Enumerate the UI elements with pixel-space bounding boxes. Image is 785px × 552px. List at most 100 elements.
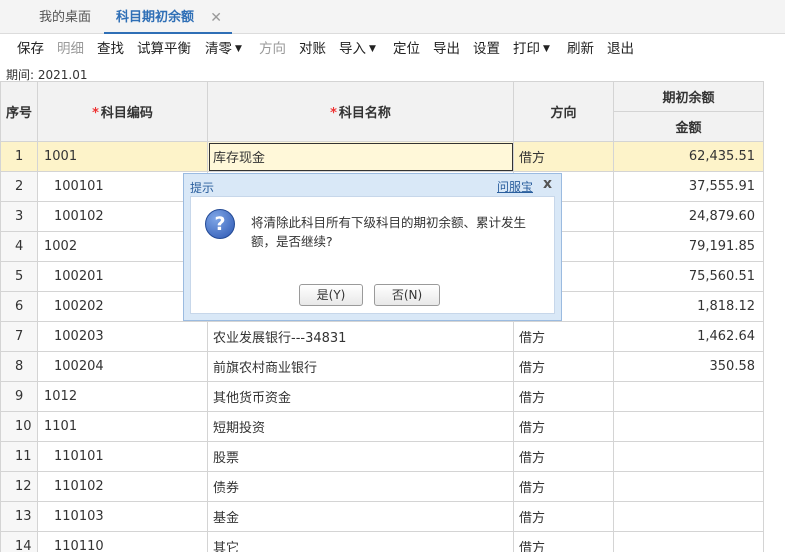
row-amount[interactable]: 79,191.85 xyxy=(613,231,764,262)
row-code[interactable]: 1101 xyxy=(37,411,208,442)
close-icon[interactable]: x xyxy=(543,176,552,192)
row-code[interactable]: 110103 xyxy=(37,501,208,532)
locate-button[interactable]: 定位 xyxy=(393,34,420,64)
row-name[interactable]: 库存现金 xyxy=(207,141,514,172)
row-name[interactable]: 其他货币资金 xyxy=(207,381,514,412)
tab-bar: 我的桌面 科目期初余额 ✕ xyxy=(0,0,785,34)
row-code[interactable]: 1012 xyxy=(37,381,208,412)
row-direction[interactable]: 借方 xyxy=(513,531,614,552)
row-code[interactable]: 1001 xyxy=(37,141,208,172)
exit-button[interactable]: 退出 xyxy=(607,34,634,64)
print-dropdown[interactable]: 打印 ▼ xyxy=(513,34,550,64)
row-seq: 7 xyxy=(0,321,38,352)
row-amount[interactable] xyxy=(613,471,764,502)
table-row[interactable]: 14 110110 其它 借方 xyxy=(0,531,764,552)
header-code[interactable]: * 科目编码 xyxy=(37,81,208,142)
row-amount[interactable] xyxy=(613,441,764,472)
header-seq: 序号 xyxy=(0,81,38,142)
row-seq: 9 xyxy=(0,381,38,412)
row-amount[interactable]: 37,555.91 xyxy=(613,171,764,202)
header-name[interactable]: * 科目名称 xyxy=(207,81,514,142)
table-row[interactable]: 12 110102 债券 借方 xyxy=(0,471,764,502)
table-row[interactable]: 8 100204 前旗农村商业银行 借方 350.58 xyxy=(0,351,764,382)
row-amount[interactable]: 1,818.12 xyxy=(613,291,764,322)
table-row[interactable]: 11 110101 股票 借方 xyxy=(0,441,764,472)
row-code[interactable]: 110110 xyxy=(37,531,208,552)
row-seq: 6 xyxy=(0,291,38,322)
row-name[interactable]: 基金 xyxy=(207,501,514,532)
row-amount[interactable]: 350.58 xyxy=(613,351,764,382)
table-row[interactable]: 1 1001 库存现金 借方 62,435.51 xyxy=(0,141,764,172)
row-direction[interactable]: 借方 xyxy=(513,501,614,532)
row-code[interactable]: 100201 xyxy=(37,261,208,292)
help-link[interactable]: 问服宝 xyxy=(497,178,533,195)
no-button[interactable]: 否(N) xyxy=(374,284,440,306)
toolbar: 保存 明细 查找 试算平衡 清零 ▼ 方向 对账 导入 ▼ 定位 导出 设置 打印 ▼… xyxy=(0,34,785,64)
detail-button[interactable]: 明细 xyxy=(57,34,84,64)
yes-button[interactable]: 是(Y) xyxy=(299,284,363,306)
tab-opening-balance[interactable]: 科目期初余额 ✕ xyxy=(104,0,232,34)
row-name[interactable]: 其它 xyxy=(207,531,514,552)
row-amount[interactable] xyxy=(613,531,764,552)
header-code-label: 科目编码 xyxy=(100,106,153,121)
row-amount[interactable]: 75,560.51 xyxy=(613,261,764,292)
row-name[interactable]: 农业发展银行---34831 xyxy=(207,321,514,352)
row-seq: 13 xyxy=(0,501,38,532)
dialog-title: 提示 xyxy=(190,181,215,195)
row-code[interactable]: 100204 xyxy=(37,351,208,382)
find-button[interactable]: 查找 xyxy=(97,34,124,64)
row-amount[interactable] xyxy=(613,381,764,412)
import-label: 导入 xyxy=(339,41,366,57)
row-direction[interactable]: 借方 xyxy=(513,471,614,502)
reconcile-button[interactable]: 对账 xyxy=(299,34,326,64)
row-code[interactable]: 100203 xyxy=(37,321,208,352)
save-button[interactable]: 保存 xyxy=(17,34,44,64)
header-name-label: 科目名称 xyxy=(338,106,391,121)
required-marker: * xyxy=(92,106,99,121)
row-direction[interactable]: 借方 xyxy=(513,351,614,382)
export-button[interactable]: 导出 xyxy=(433,34,460,64)
tab-my-desktop[interactable]: 我的桌面 xyxy=(26,0,104,34)
row-amount[interactable]: 1,462.64 xyxy=(613,321,764,352)
row-name[interactable]: 股票 xyxy=(207,441,514,472)
table-row[interactable]: 10 1101 短期投资 借方 xyxy=(0,411,764,442)
table-row[interactable]: 7 100203 农业发展银行---34831 借方 1,462.64 xyxy=(0,321,764,352)
row-direction[interactable]: 借方 xyxy=(513,321,614,352)
row-seq: 1 xyxy=(0,141,38,172)
row-code[interactable]: 100202 xyxy=(37,291,208,322)
clear-label: 清零 xyxy=(205,41,232,57)
direction-button[interactable]: 方向 xyxy=(259,34,286,64)
row-name[interactable]: 债券 xyxy=(207,471,514,502)
close-icon[interactable]: ✕ xyxy=(210,0,222,36)
row-seq: 8 xyxy=(0,351,38,382)
row-direction[interactable]: 借方 xyxy=(513,441,614,472)
dialog-body: ? 将清除此科目所有下级科目的期初余额、累计发生额，是否继续? 是(Y) 否(N… xyxy=(190,196,555,314)
row-direction[interactable]: 借方 xyxy=(513,381,614,412)
refresh-button[interactable]: 刷新 xyxy=(567,34,594,64)
row-name[interactable]: 短期投资 xyxy=(207,411,514,442)
settings-button[interactable]: 设置 xyxy=(473,34,500,64)
row-code[interactable]: 100101 xyxy=(37,171,208,202)
clear-dropdown[interactable]: 清零 ▼ xyxy=(205,34,242,64)
trial-balance-button[interactable]: 试算平衡 xyxy=(137,34,191,64)
table-row[interactable]: 13 110103 基金 借方 xyxy=(0,501,764,532)
row-seq: 4 xyxy=(0,231,38,262)
header-direction[interactable]: 方向 xyxy=(513,81,614,142)
row-name[interactable]: 前旗农村商业银行 xyxy=(207,351,514,382)
row-code[interactable]: 110101 xyxy=(37,441,208,472)
row-code[interactable]: 1002 xyxy=(37,231,208,262)
row-code[interactable]: 100102 xyxy=(37,201,208,232)
chevron-down-icon: ▼ xyxy=(369,44,376,54)
table-row[interactable]: 9 1012 其他货币资金 借方 xyxy=(0,381,764,412)
row-seq: 2 xyxy=(0,171,38,202)
row-amount[interactable] xyxy=(613,411,764,442)
row-amount[interactable] xyxy=(613,501,764,532)
row-direction[interactable]: 借方 xyxy=(513,411,614,442)
import-dropdown[interactable]: 导入 ▼ xyxy=(339,34,376,64)
row-direction[interactable]: 借方 xyxy=(513,141,614,172)
header-amount[interactable]: 金额 xyxy=(613,111,764,142)
row-seq: 11 xyxy=(0,441,38,472)
row-amount[interactable]: 24,879.60 xyxy=(613,201,764,232)
row-amount[interactable]: 62,435.51 xyxy=(613,141,764,172)
row-code[interactable]: 110102 xyxy=(37,471,208,502)
